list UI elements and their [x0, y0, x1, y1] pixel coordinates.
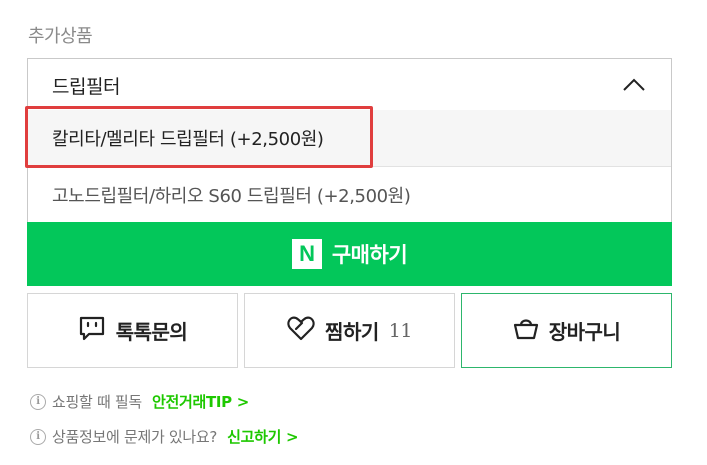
buy-button-label: 구매하기 — [331, 243, 408, 267]
wishlist-button[interactable]: 찜하기 11 — [244, 293, 455, 368]
section-title: 추가상품 — [28, 26, 93, 47]
talk-inquiry-label: 톡톡문의 — [115, 320, 188, 344]
report-link[interactable]: 신고하기 > — [227, 426, 299, 447]
cart-label: 장바구니 — [548, 320, 621, 344]
cart-button[interactable]: 장바구니 — [461, 293, 672, 368]
info-text-safety: 쇼핑할 때 필독 — [52, 393, 142, 411]
wishlist-label: 찜하기 — [325, 320, 379, 344]
safe-trade-tip-link[interactable]: 안전거래TIP > — [152, 391, 249, 412]
option-dropdown[interactable]: 드립필터 — [27, 58, 672, 112]
heart-icon — [287, 315, 315, 346]
dropdown-option-kalita[interactable]: 칼리타/멜리타 드립필터 (+2,500원) — [28, 110, 671, 166]
info-text-report: 상품정보에 문제가 있나요? — [52, 428, 218, 446]
info-line-report: i 상품정보에 문제가 있나요? 신고하기 > — [30, 426, 299, 447]
dropdown-option-kono[interactable]: 고노드립필터/하리오 S60 드립필터 (+2,500원) — [28, 166, 671, 222]
info-icon: i — [30, 393, 46, 410]
info-line-safety: i 쇼핑할 때 필독 안전거래TIP > — [30, 391, 249, 412]
wishlist-count: 11 — [388, 319, 413, 342]
chevron-up-icon[interactable] — [621, 72, 647, 98]
naver-pay-logo: N — [291, 239, 322, 269]
buy-button[interactable]: N 구매하기 — [27, 222, 672, 286]
dropdown-header[interactable]: 드립필터 — [28, 59, 671, 111]
dropdown-options: 칼리타/멜리타 드립필터 (+2,500원) 고노드립필터/하리오 S60 드립… — [27, 110, 672, 222]
dropdown-selected-label: 드립필터 — [52, 75, 120, 98]
talk-inquiry-button[interactable]: 톡톡문의 — [27, 293, 238, 368]
chat-bubble-icon — [78, 315, 106, 346]
info-icon: i — [30, 428, 46, 445]
shopping-bag-icon — [513, 316, 539, 345]
